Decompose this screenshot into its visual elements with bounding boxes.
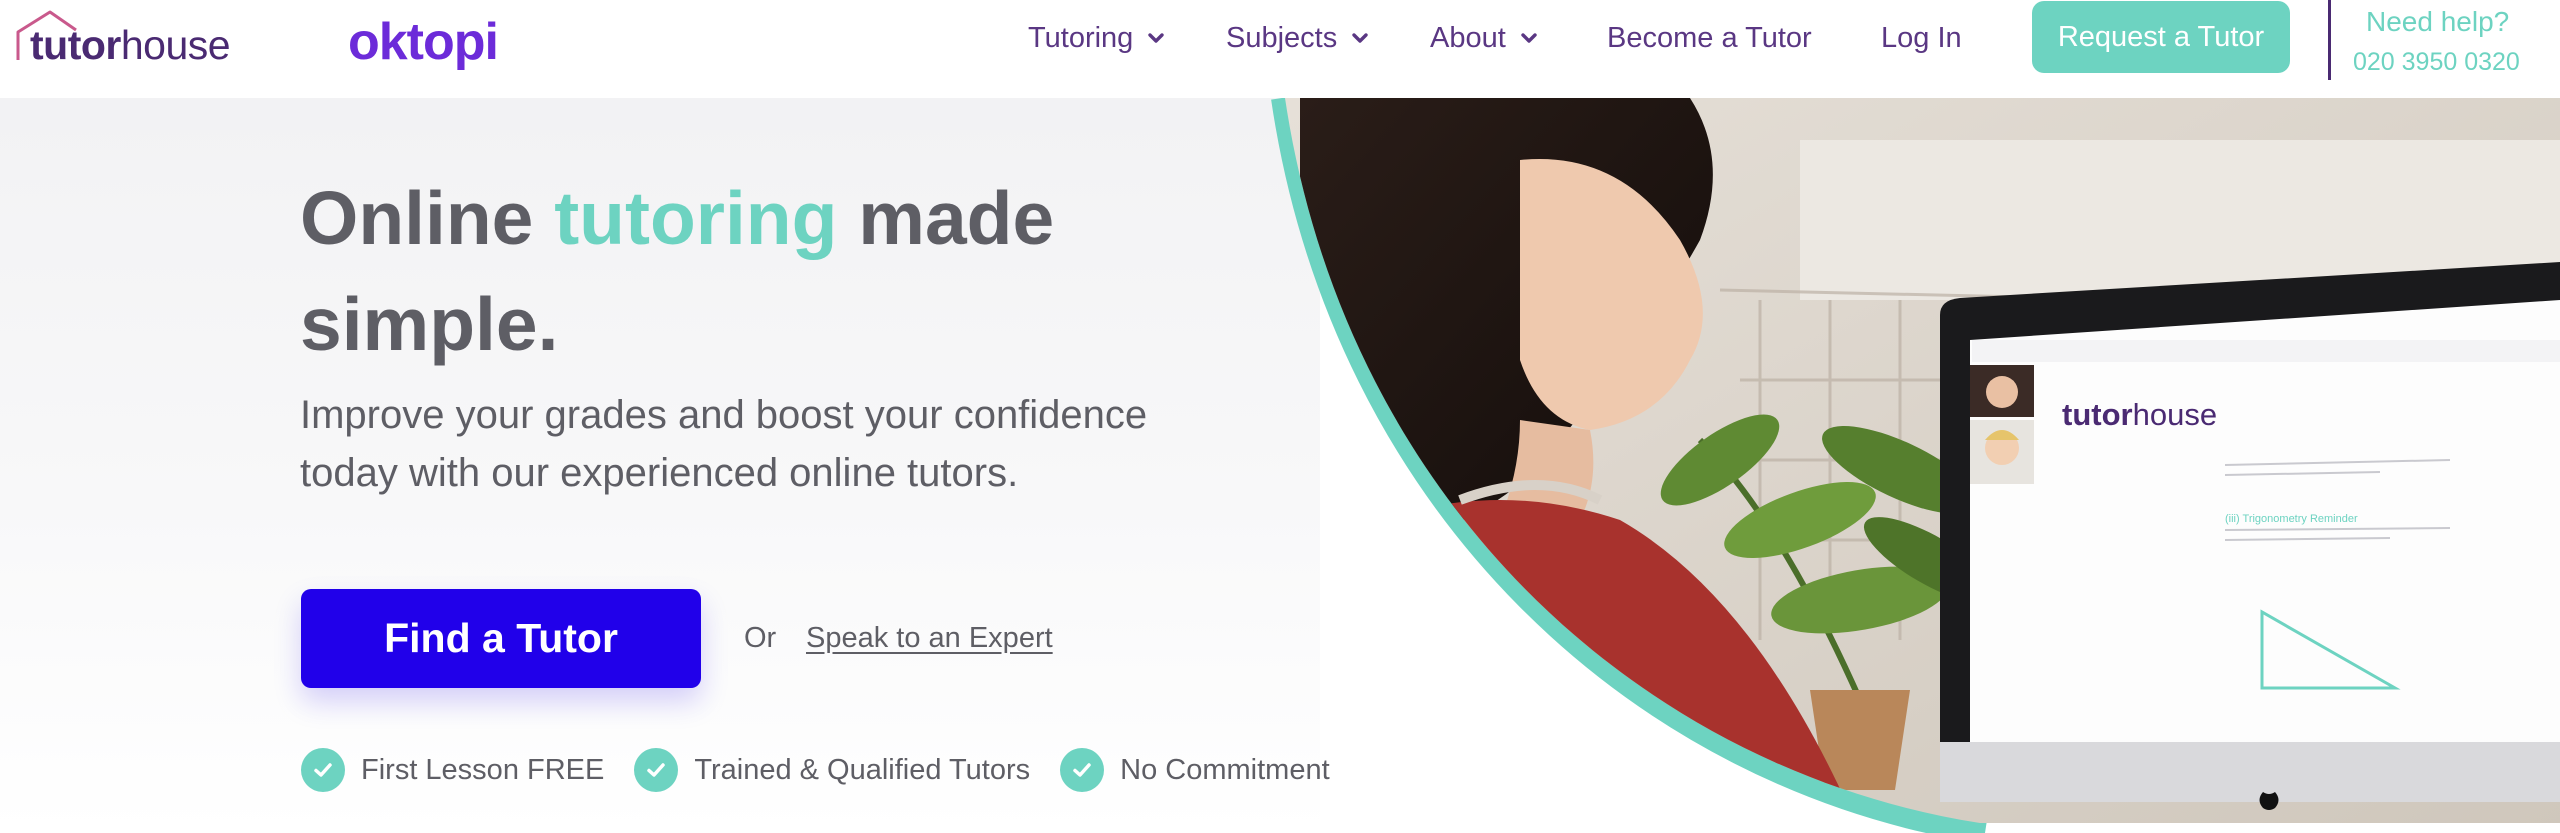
nav-label: Tutoring — [1028, 21, 1134, 54]
tutorhouse-wordmark: tutorhouse — [30, 22, 231, 69]
screen-heading: (iii) Trigonometry Reminder — [2225, 513, 2358, 525]
request-a-tutor-button[interactable]: Request a Tutor — [2032, 1, 2290, 73]
plant — [1660, 414, 1997, 790]
need-help-label: Need help? — [2366, 6, 2510, 37]
check-circle-icon — [301, 748, 345, 792]
hero-curve-accent — [1271, 96, 1987, 833]
feature-label: Trained & Qualified Tutors — [694, 753, 1031, 786]
logo-word-strong: tutor — [30, 22, 121, 68]
site-header: tutorhouse oktopi Tutoring Subjects Abou… — [0, 0, 2560, 98]
apple-logo-icon — [2259, 792, 2279, 810]
nav-label: Subjects — [1226, 21, 1338, 54]
feature-label: No Commitment — [1120, 753, 1330, 786]
nav-become-a-tutor[interactable]: Become a Tutor — [1607, 0, 1812, 76]
tutor-person — [1300, 98, 1860, 823]
monitor: tutorhouse (iii) Trigonometry Reminder — [1940, 262, 2560, 810]
hero-subtitle: Improve your grades and boost your confi… — [300, 393, 1148, 495]
headline-accent: tutoring — [554, 176, 838, 260]
phone-number-link[interactable]: 020 3950 0320 — [2353, 48, 2520, 77]
nav-subjects[interactable]: Subjects — [1226, 0, 1369, 76]
or-separator: Or — [744, 622, 777, 654]
speak-to-an-expert-link[interactable]: Speak to an Expert — [806, 622, 1053, 655]
screen-triangle — [2260, 609, 2401, 690]
headline-part-1: Online — [300, 176, 534, 260]
nav-label: About — [1430, 21, 1506, 54]
header-divider — [2328, 0, 2331, 80]
oktopi-logo[interactable]: oktopi — [348, 12, 499, 72]
feature-item: Trained & Qualified Tutors — [634, 748, 1030, 792]
chevron-down-icon — [1521, 33, 1537, 43]
feature-label: First Lesson FREE — [361, 753, 605, 786]
nav-tutoring[interactable]: Tutoring — [1028, 0, 1165, 76]
chevron-down-icon — [1352, 33, 1368, 43]
nav-label: Log In — [1881, 21, 1962, 54]
nav-about[interactable]: About — [1430, 0, 1538, 76]
chevron-down-icon — [1148, 33, 1165, 43]
nav-label: Become a Tutor — [1607, 21, 1812, 54]
screen-logo: tutorhouse — [2062, 397, 2217, 432]
feature-list: First Lesson FREE Trained & Qualified Tu… — [301, 748, 1360, 792]
nav-log-in[interactable]: Log In — [1881, 0, 1962, 76]
find-a-tutor-button[interactable]: Find a Tutor — [301, 589, 701, 688]
feature-item: No Commitment — [1060, 748, 1330, 792]
check-circle-icon — [1060, 748, 1105, 792]
feature-item: First Lesson FREE — [301, 748, 604, 792]
logo-word-light: house — [120, 22, 231, 68]
tutorhouse-logo[interactable]: tutorhouse — [14, 10, 254, 70]
check-circle-icon — [634, 748, 679, 792]
hero-headline: Online tutoring made simple. — [300, 165, 1200, 377]
